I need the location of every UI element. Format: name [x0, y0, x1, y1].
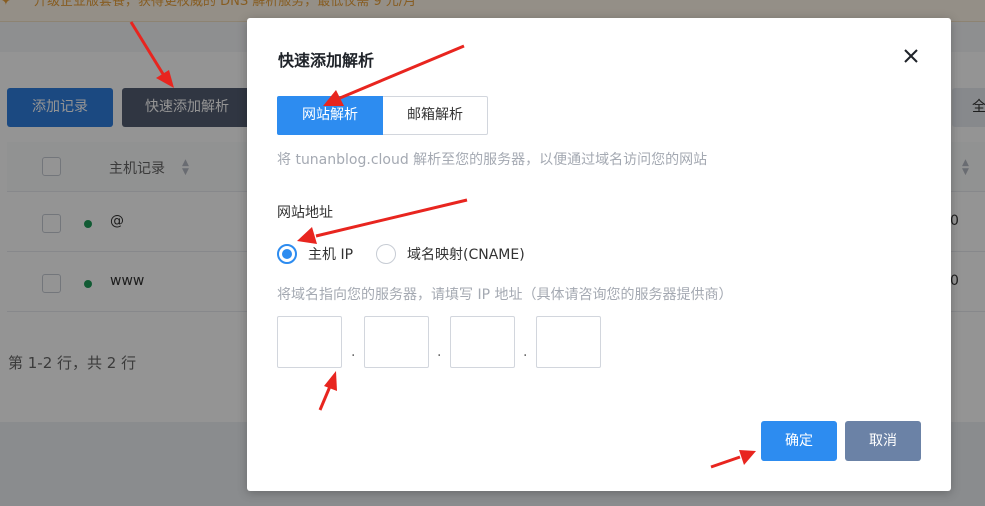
cancel-button[interactable]: 取消	[845, 421, 921, 461]
ip-separator: .	[437, 344, 442, 360]
radio-checked-icon[interactable]	[277, 244, 297, 264]
quick-add-dialog: 快速添加解析 网站解析 邮箱解析 将 tunanblog.cloud 解析至您的…	[247, 18, 951, 491]
radio-host-ip[interactable]: 主机 IP	[277, 244, 353, 264]
radio-label[interactable]: 主机 IP	[308, 244, 353, 264]
radio-label[interactable]: 域名映射(CNAME)	[407, 244, 525, 264]
close-icon[interactable]	[902, 47, 920, 65]
confirm-button[interactable]: 确定	[761, 421, 837, 461]
resolve-type-tabs: 网站解析 邮箱解析	[277, 96, 488, 135]
ip-octet-4[interactable]	[536, 316, 601, 368]
dialog-title: 快速添加解析	[278, 51, 375, 70]
website-address-label: 网站地址	[277, 205, 333, 221]
tab-website[interactable]: 网站解析	[277, 96, 383, 135]
radio-cname[interactable]: 域名映射(CNAME)	[376, 244, 525, 264]
ip-hint: 将域名指向您的服务器，请填写 IP 地址（具体请咨询您的服务器提供商）	[277, 287, 733, 303]
tab-mailbox[interactable]: 邮箱解析	[383, 96, 488, 135]
ip-octet-1[interactable]	[277, 316, 342, 368]
tab-description: 将 tunanblog.cloud 解析至您的服务器，以便通过域名访问您的网站	[277, 152, 708, 168]
ip-separator: .	[351, 344, 356, 360]
radio-unchecked-icon[interactable]	[376, 244, 396, 264]
ip-octet-2[interactable]	[364, 316, 429, 368]
ip-separator: .	[523, 344, 528, 360]
ip-octet-3[interactable]	[450, 316, 515, 368]
